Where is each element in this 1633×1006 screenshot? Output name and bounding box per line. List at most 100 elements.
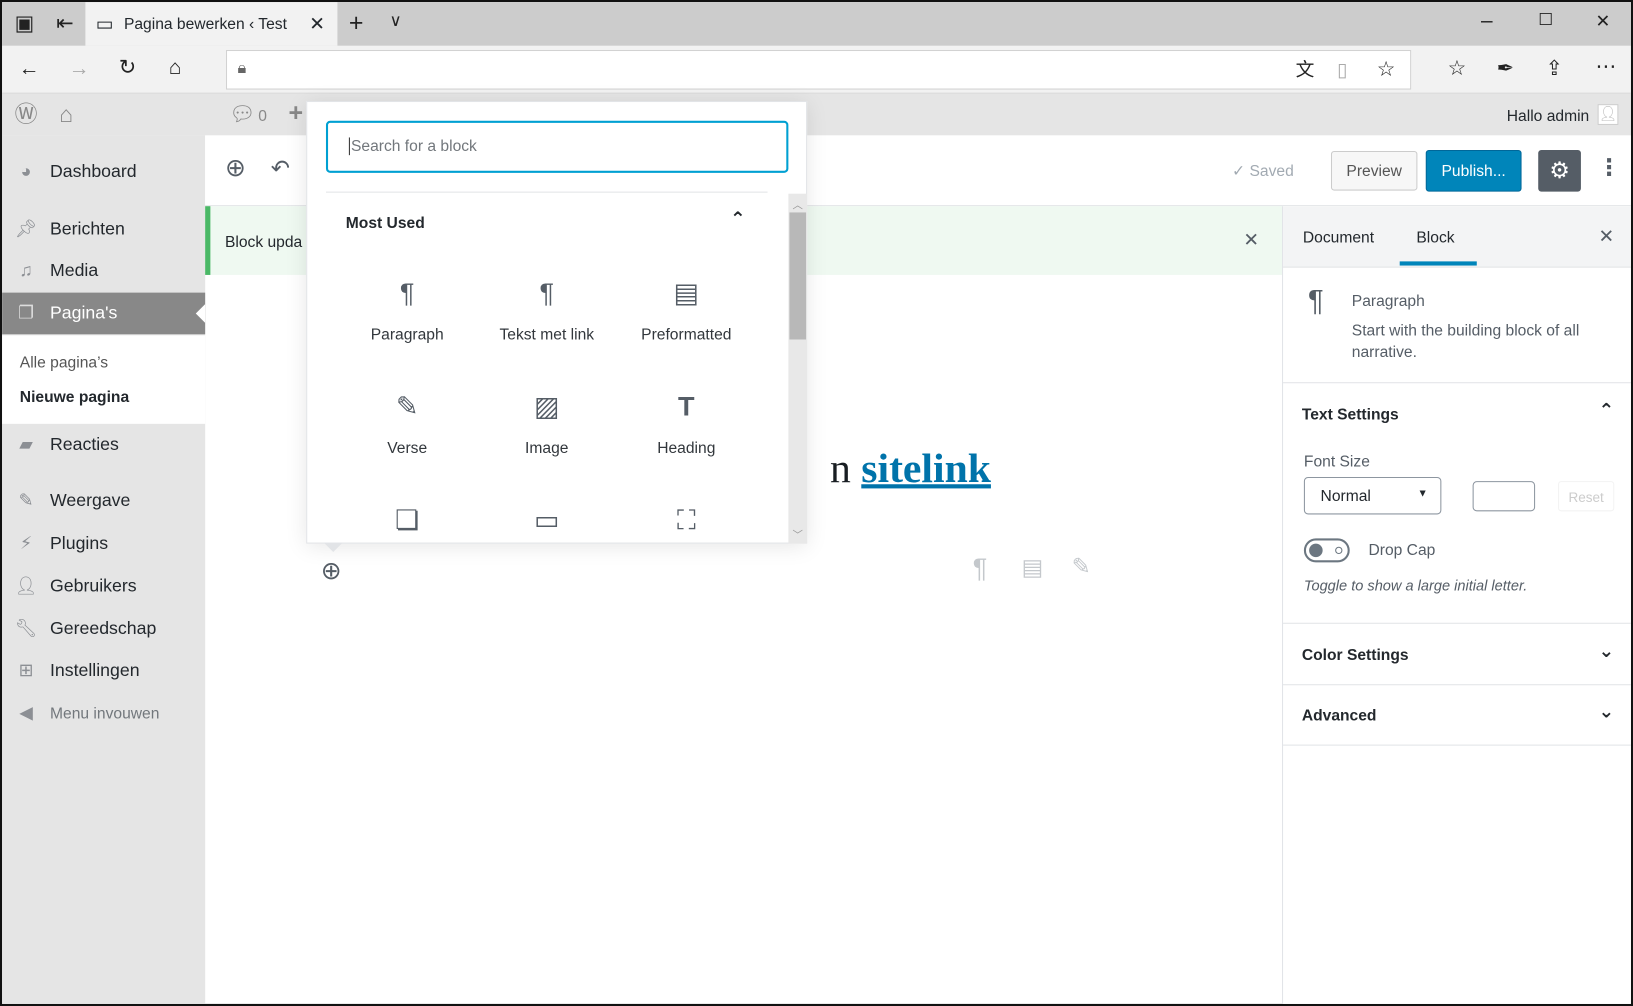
browser-nav-bar: ← → ↻ ⌂ 🔒︎ 文 ▯ ☆ ☆ ✒ ⇪ ⋯ (2, 45, 1631, 94)
sidebar-item-weergave[interactable]: ✎ Weergave (2, 480, 205, 522)
block-item-cover-image[interactable]: ⛶ (617, 501, 757, 553)
most-used-heading[interactable]: Most Used (346, 215, 425, 233)
block-item-preformatted[interactable]: ▤ Preformatted (617, 274, 757, 344)
block-item-tekst-met-link[interactable]: ¶ Tekst met link (477, 274, 617, 344)
pen-icon[interactable]: ✒ (1497, 58, 1514, 79)
chevron-down-icon[interactable]: ⌄ (1599, 701, 1615, 723)
minimize-icon[interactable]: – (1481, 10, 1493, 31)
sidebar-item-pagina-s[interactable]: ❐ Pagina's (2, 292, 206, 335)
sidebar-item-label: Gebruikers (49, 575, 137, 596)
close-tab-icon[interactable]: ✕ (309, 13, 325, 35)
more-icon[interactable]: ⋯ (1596, 56, 1617, 77)
maximize-icon[interactable]: ☐ (1538, 12, 1553, 29)
font-size-value: Normal (1320, 487, 1371, 506)
advanced-section[interactable]: Advanced ⌄ (1283, 685, 1631, 746)
new-tab-icon[interactable]: + (349, 11, 364, 36)
tab-block[interactable]: Block (1416, 229, 1454, 247)
forward-icon[interactable]: → (69, 58, 90, 79)
back-icon[interactable]: ← (19, 58, 40, 79)
close-sidebar-icon[interactable]: ✕ (1599, 226, 1615, 248)
content-link[interactable]: sitelink (861, 445, 991, 492)
block-item-verse[interactable]: ✎ Verse (337, 387, 477, 458)
tab-list-chevron-icon[interactable]: ∨ (390, 13, 402, 31)
sidebar-item-berichten[interactable]: 📌︎ Berichten (2, 208, 205, 250)
pages-submenu: Alle pagina’s Nieuwe pagina (2, 335, 206, 424)
sidebar-item-label: Media (49, 260, 99, 281)
account-greeting[interactable]: Hallo admin (1507, 107, 1590, 125)
undo-icon[interactable]: ↶ (271, 157, 290, 180)
comment-icon: ▰ (19, 434, 33, 455)
dropdown-arrow-icon: ▼ (1417, 488, 1428, 500)
dismiss-notice-icon[interactable]: ✕ (1243, 229, 1259, 251)
color-settings-section[interactable]: Color Settings ⌄ (1283, 624, 1631, 686)
block-item-gallery[interactable]: ❏ (337, 501, 477, 553)
sidebar-item-gereedschap[interactable]: 🔧︎ Gereedschap (2, 608, 205, 650)
close-window-icon[interactable]: ✕ (1596, 12, 1611, 30)
refresh-icon[interactable]: ↻ (119, 57, 136, 78)
chevron-up-icon[interactable]: ⌃ (730, 208, 746, 230)
reading-view-icon[interactable]: ▯ (1337, 60, 1347, 79)
settings-gear-button[interactable]: ⚙ (1538, 149, 1581, 192)
sidebar-item-label: Dashboard (49, 161, 137, 182)
wordpress-logo-icon[interactable]: Ⓦ (15, 103, 38, 126)
scrollbar-thumb[interactable] (789, 212, 807, 340)
wp-admin-bar: Ⓦ ⌂ 💬︎ 0 + Hallo admin 👤︎ (2, 93, 1631, 136)
block-item-heading[interactable]: T Heading (617, 387, 757, 458)
home-icon[interactable]: ⌂ (169, 57, 182, 78)
comments-icon[interactable]: 💬︎ (229, 104, 255, 125)
avatar[interactable]: 👤︎ (1597, 104, 1619, 125)
sidebar-item-menu-invouwen[interactable]: ◀ Menu invouwen (2, 693, 205, 735)
preformatted-icon[interactable]: ▤ (1022, 556, 1044, 579)
submenu-new-page[interactable]: Nieuwe pagina (20, 388, 129, 406)
block-item-paragraph[interactable]: ¶ Paragraph (337, 274, 477, 344)
settings-sidebar: Document Block ✕ ¶ Paragraph Start with … (1282, 206, 1631, 1004)
cover-image-icon: ⛶ (676, 504, 696, 536)
add-block-icon[interactable]: ⊕ (225, 156, 246, 181)
font-size-select[interactable]: Normal ▼ (1303, 476, 1442, 515)
sidebar-item-gebruikers[interactable]: 👤︎ Gebruikers (2, 565, 205, 607)
submenu-all-pages[interactable]: Alle pagina’s (20, 354, 108, 372)
sidebar-item-label: Pagina's (49, 303, 118, 323)
reset-button[interactable]: Reset (1558, 481, 1615, 512)
custom-font-size-input[interactable] (1472, 481, 1536, 512)
comments-count[interactable]: 0 (258, 107, 267, 125)
sidebar-item-label: Reacties (49, 434, 119, 455)
paragraph-icon[interactable]: ¶ (973, 554, 988, 581)
sidebar-item-plugins[interactable]: ⚡︎ Plugins (2, 523, 205, 565)
block-item-image[interactable]: ▨ Image (477, 387, 617, 458)
preview-button[interactable]: Preview (1330, 151, 1418, 191)
block-search-input[interactable]: Search for a block (325, 120, 789, 173)
site-home-icon[interactable]: ⌂ (59, 103, 73, 126)
share-icon[interactable]: ⇪ (1546, 58, 1563, 79)
address-bar[interactable]: 🔒︎ 文 ▯ ☆ (225, 49, 1412, 90)
advanced-heading[interactable]: Advanced (1283, 707, 1377, 725)
add-block-inline-icon[interactable]: ⊕ (321, 559, 342, 584)
scrollbar[interactable]: ︿ ﹀ (788, 193, 808, 544)
popover-arrow (323, 542, 343, 552)
font-size-label: Font Size (1303, 453, 1370, 471)
publish-button[interactable]: Publish... (1425, 149, 1522, 192)
favorite-star-icon[interactable]: ☆ (1377, 59, 1396, 80)
sidebar-item-media[interactable]: ♫ Media (2, 250, 205, 292)
text-settings-heading[interactable]: Text Settings (1283, 406, 1399, 424)
chevron-down-icon[interactable]: ⌄ (1599, 640, 1615, 662)
sidebar-item-reacties[interactable]: ▰ Reacties (2, 424, 205, 466)
new-content-icon[interactable]: + (288, 100, 303, 126)
block-item-button[interactable]: ▭ (477, 501, 617, 553)
translate-icon[interactable]: 文 (1296, 60, 1315, 79)
color-settings-heading[interactable]: Color Settings (1283, 647, 1409, 665)
pencil-icon[interactable]: ✎ (1072, 555, 1091, 578)
sidebar-item-label: Menu invouwen (49, 704, 160, 723)
more-menu-icon[interactable]: ⋮ (1598, 156, 1621, 179)
set-aside-tabs-icon[interactable]: ⇤ (56, 14, 73, 35)
chevron-up-icon[interactable]: ⌃ (1599, 400, 1615, 422)
tab-actions-icon[interactable]: ▣ (15, 14, 35, 35)
check-icon: ✓ (1232, 162, 1250, 181)
sidebar-item-instellingen[interactable]: ⊞ Instellingen (2, 650, 205, 692)
drop-cap-toggle[interactable] (1303, 538, 1350, 563)
sidebar-item-dashboard[interactable]: ◕ Dashboard (2, 151, 205, 193)
tab-document[interactable]: Document (1303, 229, 1374, 247)
browser-tab[interactable]: ▭ Pagina bewerken ‹ Test ✕ (85, 2, 338, 46)
paragraph-content[interactable]: n sitelink (830, 444, 991, 493)
favorites-icon[interactable]: ☆ (1448, 58, 1467, 79)
